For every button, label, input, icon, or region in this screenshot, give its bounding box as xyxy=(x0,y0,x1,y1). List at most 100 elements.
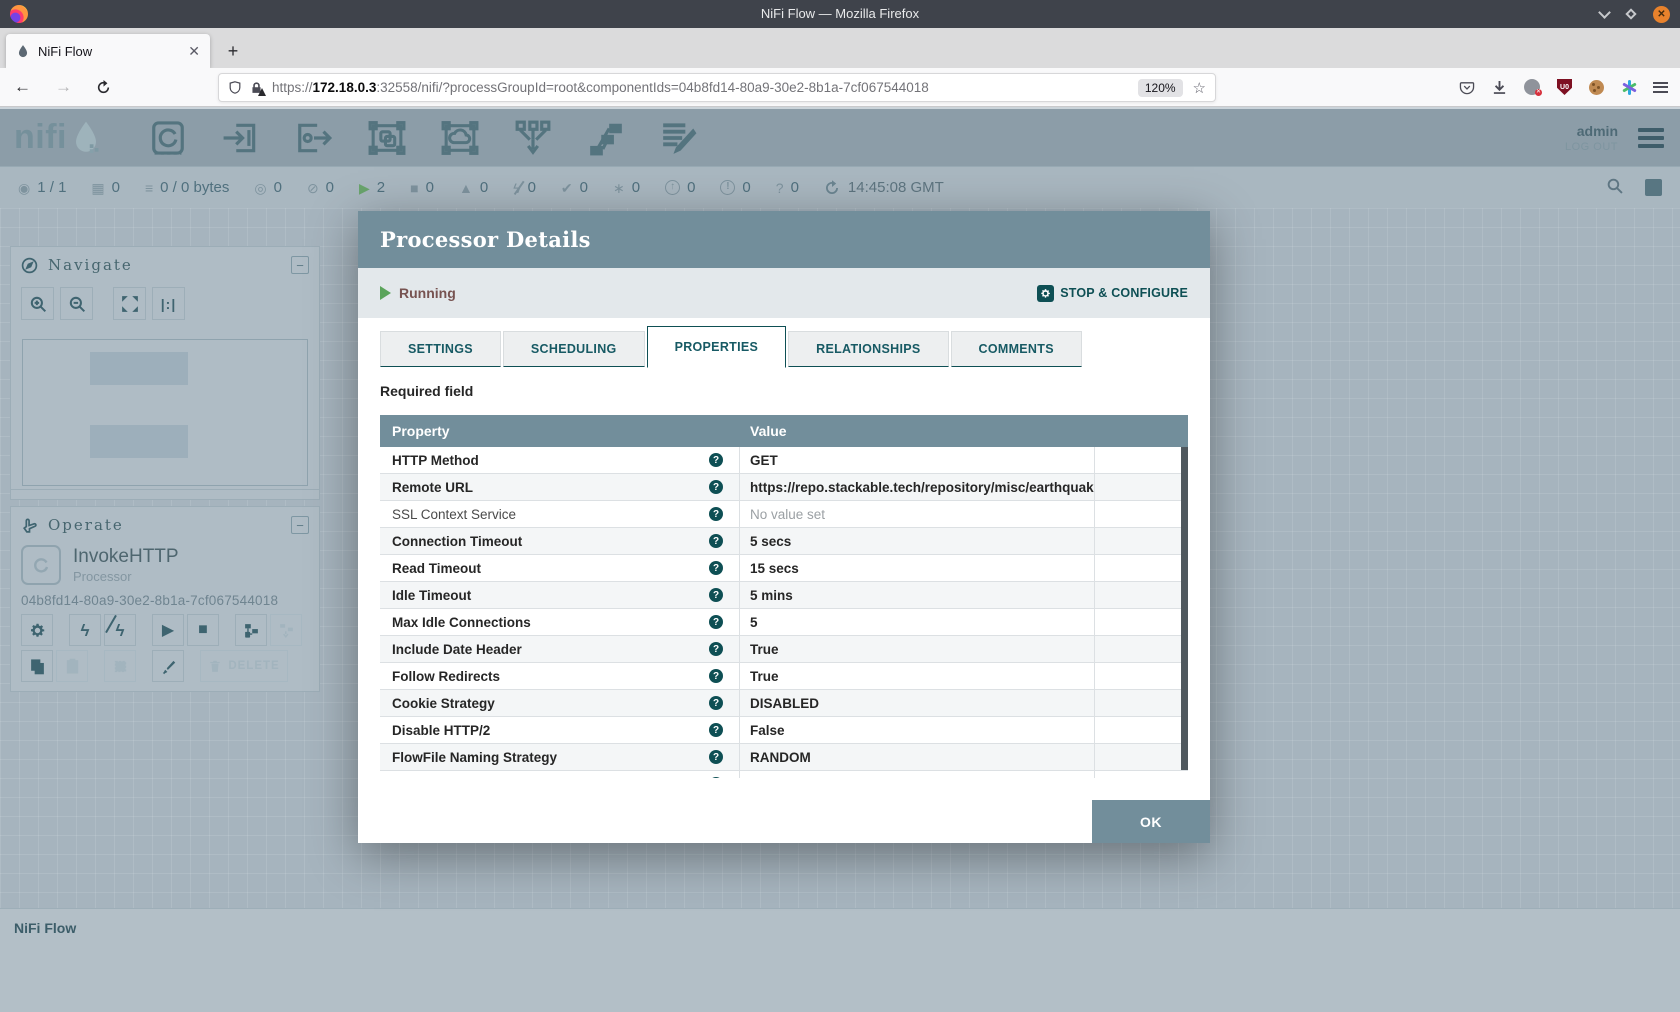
help-icon[interactable]: ? xyxy=(709,669,723,683)
copy-button[interactable] xyxy=(21,650,53,682)
zoom-fit-button[interactable] xyxy=(113,287,146,320)
extension-sparkle-icon[interactable] xyxy=(1621,80,1636,95)
help-icon[interactable]: ? xyxy=(709,534,723,548)
property-value-cell: False xyxy=(740,717,1095,743)
table-scrollbar[interactable] xyxy=(1181,447,1188,770)
shield-icon[interactable] xyxy=(228,80,242,95)
zoom-actual-size-button[interactable]: |:| xyxy=(152,287,185,320)
download-icon[interactable] xyxy=(1492,80,1507,95)
nifi-favicon xyxy=(16,44,30,58)
disabled-icon: ϟ xyxy=(513,181,520,195)
process-group-component-icon[interactable] xyxy=(364,117,410,159)
configure-button[interactable] xyxy=(21,614,53,646)
property-row: Disable HTTP/2?False xyxy=(380,717,1188,744)
help-icon[interactable]: ? xyxy=(709,480,723,494)
ok-button[interactable]: OK xyxy=(1092,800,1210,843)
status-clustered-nodes: ◉1 / 1 xyxy=(18,179,66,196)
cookie-extension-icon[interactable] xyxy=(1589,80,1604,95)
property-extra-cell xyxy=(1095,690,1188,716)
refresh-icon[interactable] xyxy=(824,180,840,196)
search-icon[interactable] xyxy=(1606,177,1623,199)
stop-and-configure-button[interactable]: STOP & CONFIGURE xyxy=(1037,285,1188,302)
browser-menu-icon[interactable] xyxy=(1653,79,1668,95)
window-maximize-icon[interactable] xyxy=(1625,8,1636,19)
minimap-component xyxy=(90,425,188,458)
help-icon[interactable]: ? xyxy=(709,615,723,629)
tab-close-icon[interactable]: ✕ xyxy=(188,43,200,60)
firefox-logo-icon xyxy=(10,5,28,23)
help-icon[interactable]: ? xyxy=(709,453,723,467)
last-refresh-time: 14:45:08 GMT xyxy=(848,179,944,196)
tab-relationships[interactable]: RELATIONSHIPS xyxy=(788,331,948,367)
tab-comments[interactable]: COMMENTS xyxy=(951,331,1082,367)
property-value-cell: No value set xyxy=(740,501,1095,527)
property-extra-cell xyxy=(1095,744,1188,770)
window-minimize-icon[interactable] xyxy=(1598,6,1611,19)
start-button[interactable]: ▶ xyxy=(152,614,184,646)
queued-count: 0 / 0 bytes xyxy=(160,179,229,196)
zoom-out-button[interactable] xyxy=(60,287,93,320)
logout-link[interactable]: LOG OUT xyxy=(1565,141,1618,153)
refresh-block: 14:45:08 GMT xyxy=(824,179,944,196)
bookmark-star-icon[interactable]: ☆ xyxy=(1193,79,1206,97)
hand-icon xyxy=(21,517,38,534)
help-icon[interactable]: ? xyxy=(709,723,723,737)
back-button[interactable]: ← xyxy=(14,77,31,97)
property-name-cell: HTTP Method? xyxy=(380,447,740,473)
zoom-level-badge[interactable]: 120% xyxy=(1138,79,1183,97)
operate-collapse-button[interactable]: − xyxy=(291,516,309,534)
property-row: FlowFile Naming Strategy?RANDOM xyxy=(380,744,1188,771)
help-icon[interactable]: ? xyxy=(709,777,723,778)
help-icon[interactable]: ? xyxy=(709,696,723,710)
property-name-cell: Remote URL? xyxy=(380,474,740,500)
tab-scheduling[interactable]: SCHEDULING xyxy=(503,331,645,367)
input-port-component-icon[interactable] xyxy=(218,117,264,159)
status-locally-modified-stale: !0 xyxy=(720,179,750,196)
template-component-icon[interactable] xyxy=(583,117,629,159)
privacy-extension-icon[interactable]: ✕ xyxy=(1524,79,1540,95)
disable-button[interactable]: ϟ xyxy=(104,614,136,646)
property-row: HTTP Method?GET xyxy=(380,447,1188,474)
help-icon[interactable]: ? xyxy=(709,561,723,575)
invalid-count: 0 xyxy=(480,179,488,196)
properties-table: Property Value HTTP Method?GETRemote URL… xyxy=(380,415,1188,778)
property-extra-cell xyxy=(1095,501,1188,527)
settings-panel-icon[interactable] xyxy=(1645,179,1662,196)
value-column-header: Value xyxy=(740,423,1095,439)
help-icon[interactable]: ? xyxy=(709,507,723,521)
navigate-collapse-button[interactable]: − xyxy=(291,256,309,274)
label-component-icon[interactable] xyxy=(656,117,702,159)
url-bar[interactable]: https://172.18.0.3:32558/nifi/?processGr… xyxy=(218,73,1216,102)
remote-process-group-component-icon[interactable] xyxy=(437,117,483,159)
browser-tab[interactable]: NiFi Flow ✕ xyxy=(6,34,210,68)
funnel-component-icon[interactable] xyxy=(510,117,556,159)
output-port-component-icon[interactable] xyxy=(291,117,337,159)
zoom-in-button[interactable] xyxy=(21,287,54,320)
help-icon[interactable]: ? xyxy=(709,642,723,656)
stop-button[interactable]: ■ xyxy=(187,614,219,646)
reload-icon[interactable] xyxy=(96,80,111,95)
breadcrumb-root[interactable]: NiFi Flow xyxy=(14,920,76,936)
tab-properties[interactable]: PROPERTIES xyxy=(647,326,787,368)
component-toolbar xyxy=(145,117,702,159)
save-template-button[interactable] xyxy=(235,614,267,646)
property-value-cell: 15 secs xyxy=(740,555,1095,581)
ublock-origin-icon[interactable]: U0 xyxy=(1557,79,1572,95)
color-brush-button[interactable] xyxy=(152,650,184,682)
invalid-icon: ▲ xyxy=(459,181,473,195)
pocket-icon[interactable] xyxy=(1459,80,1475,95)
tab-settings[interactable]: SETTINGS xyxy=(380,331,501,367)
window-close-button[interactable]: ✕ xyxy=(1653,6,1670,23)
new-tab-button[interactable]: + xyxy=(220,38,246,64)
property-value-cell: DISABLED xyxy=(740,690,1095,716)
birdseye-minimap[interactable] xyxy=(22,339,308,486)
global-menu-icon[interactable] xyxy=(1638,124,1664,152)
processor-component-icon[interactable] xyxy=(145,117,191,159)
property-column-header: Property xyxy=(380,423,740,439)
help-icon[interactable]: ? xyxy=(709,588,723,602)
clustered-nodes-count: 1 / 1 xyxy=(37,179,66,196)
lock-warning-icon[interactable] xyxy=(250,81,263,95)
enable-button[interactable]: ϟ xyxy=(69,614,101,646)
nifi-droplet-icon xyxy=(71,120,101,156)
help-icon[interactable]: ? xyxy=(709,750,723,764)
